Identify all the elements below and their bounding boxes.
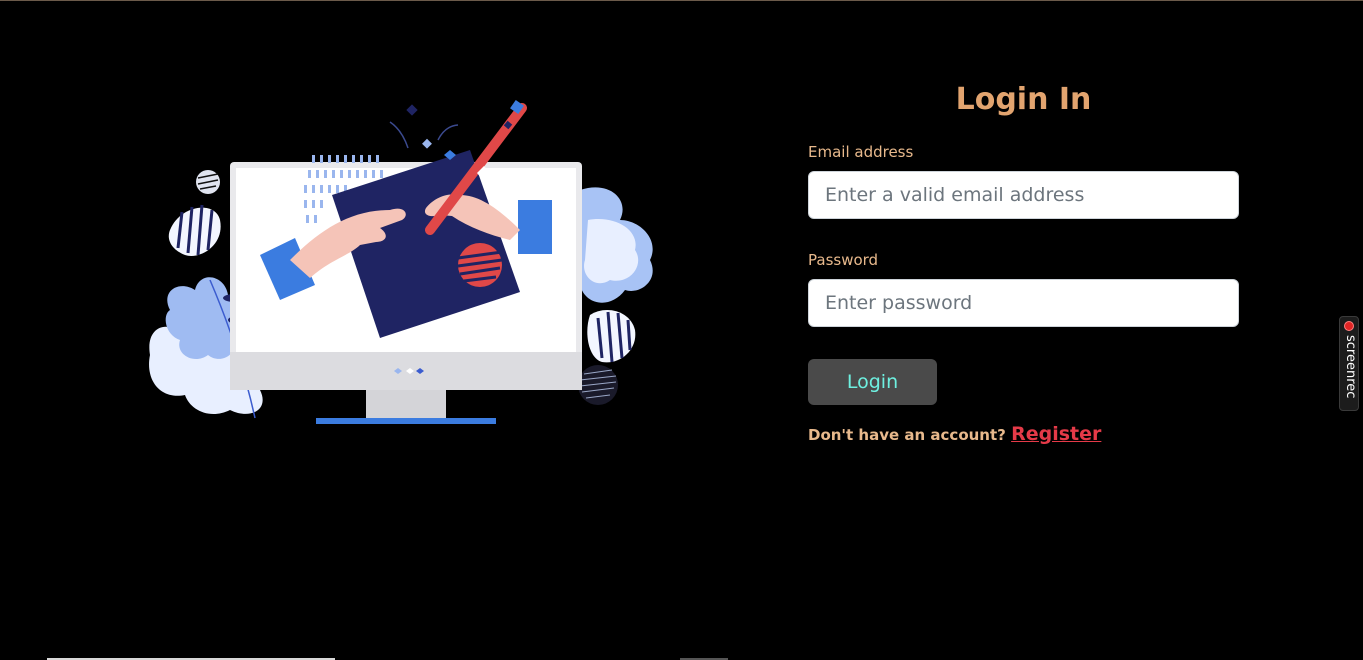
top-divider: [0, 0, 1363, 1]
login-button[interactable]: Login: [808, 359, 937, 405]
record-icon: [1344, 321, 1354, 331]
password-label: Password: [808, 251, 879, 269]
form-title: Login In: [955, 82, 1092, 117]
email-input[interactable]: [808, 171, 1239, 219]
password-field-group: Password: [808, 251, 1239, 327]
email-label: Email address: [808, 143, 914, 161]
email-field-group: Email address: [808, 143, 1239, 219]
password-input[interactable]: [808, 279, 1239, 327]
login-page: Login In Email address Password Login Do…: [0, 0, 1363, 660]
register-prompt-line: Don't have an account? Register: [808, 423, 1239, 445]
screen-recorder-label: screenrec: [1343, 335, 1358, 399]
login-form: Login In Email address Password Login Do…: [808, 80, 1239, 445]
designer-monitor-illustration: [140, 100, 660, 430]
screen-recorder-tab[interactable]: screenrec: [1339, 316, 1359, 411]
register-link[interactable]: Register: [1011, 423, 1101, 445]
register-prompt: Don't have an account?: [808, 426, 1006, 444]
